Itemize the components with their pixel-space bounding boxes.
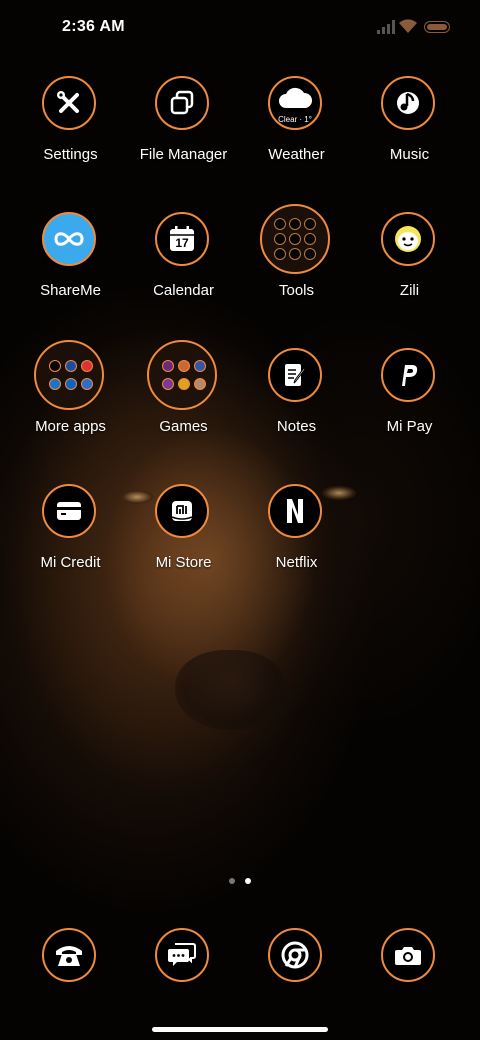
app-label: Weather [268,146,325,163]
app-mi-pay[interactable]: Mi Pay [353,348,466,458]
mini-app-icon [65,360,77,372]
weather-info: Clear · 1° [278,115,312,124]
app-calendar[interactable]: 17 Calendar [127,212,240,322]
dock-chrome[interactable] [240,928,353,988]
mini-app-icon [81,360,93,372]
app-file-manager[interactable]: File Manager [127,76,240,186]
folder-icon [147,340,217,410]
music-note-icon [381,76,435,130]
mi-bag-icon [155,484,209,538]
app-label: Settings [43,146,98,163]
page-indicator [226,878,256,886]
phone-icon [42,928,96,982]
chrome-icon [268,928,322,982]
app-mi-store[interactable]: Mi Store [127,484,240,594]
app-label: Games [159,418,208,435]
app-label: Mi Store [155,554,212,571]
app-weather[interactable]: Clear · 1° Weather [240,76,353,186]
dock-phone[interactable] [14,928,127,988]
folder-games[interactable]: Games [127,340,240,458]
app-label: ShareMe [40,282,101,299]
battery-icon [424,21,450,33]
wrench-screwdriver-icon [42,76,96,130]
app-label: Mi Pay [386,418,433,435]
mini-app-icon [194,378,206,390]
page-dot-active[interactable] [245,878,251,884]
app-label: Calendar [153,282,214,299]
calendar-icon: 17 [155,212,209,266]
mini-app-icon [194,360,206,372]
mini-app-icon [274,248,286,260]
mini-app-icon [304,233,316,245]
app-settings[interactable]: Settings [14,76,127,186]
mini-app-icon [289,233,301,245]
n-letter-icon [268,484,322,538]
app-mi-credit[interactable]: Mi Credit [14,484,127,594]
app-label: Music [389,146,430,163]
stacked-squares-icon [155,76,209,130]
app-label: Zili [399,282,420,299]
cloud-icon: Clear · 1° [268,76,322,130]
mini-app-icon [304,218,316,230]
folder-icon [34,340,104,410]
dock-camera[interactable] [353,928,466,988]
home-indicator-bar[interactable] [152,1027,328,1032]
mini-app-icon [289,248,301,260]
mini-app-icon [162,360,174,372]
app-label: More apps [35,418,106,435]
page-dot[interactable] [229,878,235,884]
folder-more-apps[interactable]: More apps [14,340,127,458]
mini-app-icon [274,233,286,245]
mini-app-icon [49,378,61,390]
app-notes[interactable]: Notes [240,348,353,458]
mini-app-icon [65,378,77,390]
mini-app-icon [304,248,316,260]
infinity-icon [42,212,96,266]
folder-tools[interactable]: Tools [240,204,353,322]
folder-icon [260,204,330,274]
app-label: Tools [278,282,315,299]
app-label: Netflix [275,554,318,571]
status-bar: 2:36 AM [0,0,480,56]
status-time: 2:36 AM [62,18,125,35]
app-shareme[interactable]: ShareMe [14,212,127,322]
mini-app-icon [274,218,286,230]
mini-app-icon [162,378,174,390]
mini-app-icon [81,378,93,390]
signal-icon [377,20,395,34]
notepad-pen-icon [268,348,322,402]
chat-bubble-icon [155,928,209,982]
app-label: File Manager [139,146,228,163]
app-music[interactable]: Music [353,76,466,186]
app-netflix[interactable]: Netflix [240,484,353,594]
lion-nose [175,650,285,730]
wifi-icon [399,19,417,33]
smiley-face-icon [381,212,435,266]
camera-icon [381,928,435,982]
mini-app-icon [289,218,301,230]
credit-card-icon [42,484,96,538]
p-letter-icon [381,348,435,402]
mini-app-icon [49,360,61,372]
mini-app-icon [178,378,190,390]
app-label: Notes [276,418,317,435]
calendar-day: 17 [175,236,189,250]
dock-messages[interactable] [127,928,240,988]
app-zili[interactable]: Zili [353,212,466,322]
mini-app-icon [178,360,190,372]
app-label: Mi Credit [40,554,101,571]
